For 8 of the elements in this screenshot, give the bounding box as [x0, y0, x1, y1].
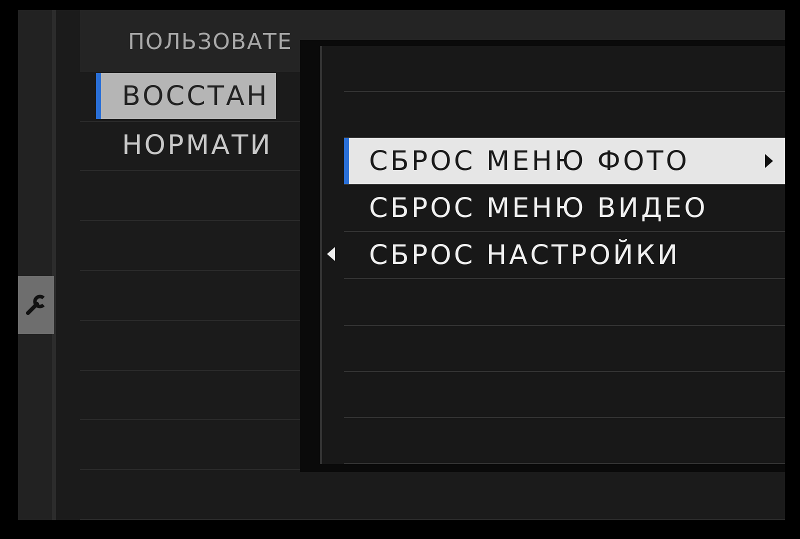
submenu-item[interactable]: СБРОС МЕНЮ ФОТО [344, 138, 785, 184]
submenu-item[interactable]: СБРОС НАСТРОЙКИ [344, 232, 785, 278]
menu-title: ПОЛЬЗОВАТЕ [128, 30, 292, 56]
back-arrow-icon [326, 246, 336, 262]
menu-item[interactable]: НОРМАТИ [96, 122, 276, 169]
menu-item[interactable]: ВОССТАН [96, 73, 276, 120]
settings-tab[interactable] [18, 276, 54, 334]
submenu-item[interactable]: СБРОС МЕНЮ ВИДЕО [344, 185, 785, 232]
